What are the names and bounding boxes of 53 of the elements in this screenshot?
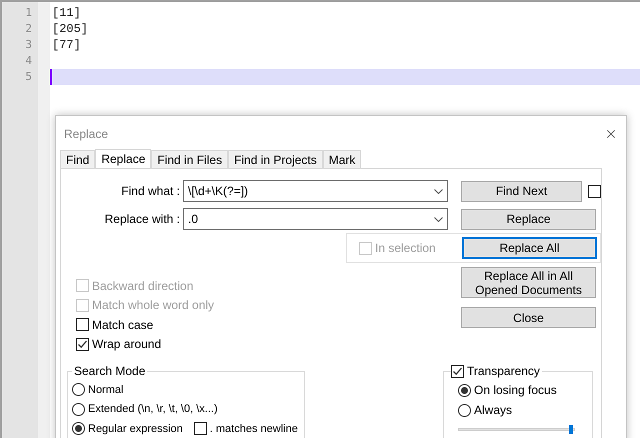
code-text: [205] <box>52 21 88 37</box>
dialog-button[interactable]: Replace <box>461 208 596 230</box>
tab[interactable]: Find in Projects <box>228 150 323 169</box>
checkmark-icon <box>77 338 88 350</box>
radio-label: Extended (\n, \r, \t, \0, \x...) <box>88 402 218 417</box>
radio-button[interactable] <box>72 402 85 416</box>
line-number: 2 <box>25 21 33 37</box>
checkbox[interactable] <box>194 422 207 436</box>
slider-thumb[interactable] <box>568 425 573 434</box>
combo-field[interactable]: \[\d+\K(?=]) <box>183 180 448 202</box>
field-label: Find what : <box>120 183 180 200</box>
checkbox[interactable] <box>588 184 601 198</box>
line-number: 4 <box>25 53 33 69</box>
group-title: Search Mode <box>73 363 146 380</box>
checkbox-label: Match case <box>92 316 154 334</box>
tab[interactable]: Replace <box>95 149 152 169</box>
line-number: 3 <box>25 37 33 53</box>
radio-button[interactable] <box>72 422 85 436</box>
radio-label: Normal <box>88 382 124 398</box>
chevron-down-icon <box>434 216 443 222</box>
tab[interactable]: Find <box>60 150 96 169</box>
radio-button[interactable] <box>458 404 471 416</box>
checkbox[interactable] <box>76 338 89 351</box>
dialog-button[interactable]: Replace All in All Opened Documents <box>461 267 596 298</box>
tab[interactable]: Mark <box>322 150 362 169</box>
checkbox[interactable] <box>451 364 464 378</box>
radio-label: On losing focus <box>474 382 557 399</box>
field-value: \[\d+\K(?=]) <box>188 183 250 200</box>
line-number: 1 <box>25 5 33 21</box>
chevron-down-icon <box>434 188 443 194</box>
checkbox-label: In selection <box>375 240 436 257</box>
code-text: [11] <box>52 5 81 21</box>
radio-button[interactable] <box>458 384 471 396</box>
combo-field[interactable]: .0 <box>183 208 448 230</box>
line-number: 5 <box>25 69 33 85</box>
field-label: Replace with : <box>104 211 180 228</box>
checkbox-label: Backward direction <box>92 278 194 295</box>
tab[interactable]: Find in Files <box>151 150 228 169</box>
checkbox-label: Transparency <box>467 363 540 380</box>
checkmark-icon <box>452 366 463 376</box>
field-value: .0 <box>188 211 200 228</box>
dialog-button[interactable]: Find Next <box>461 180 582 202</box>
radio-button[interactable] <box>72 383 85 396</box>
checkbox[interactable] <box>76 318 89 332</box>
radio-label: Always <box>474 402 512 419</box>
checkbox-label: . matches newline <box>210 422 298 436</box>
dialog-button[interactable]: Replace All <box>462 237 597 259</box>
dialog-title: Replace <box>64 126 108 142</box>
checkbox-label: Match whole word only <box>92 297 214 314</box>
code-text: [77] <box>52 37 81 53</box>
dialog-button[interactable]: Close <box>461 307 596 328</box>
checkbox-label: Wrap around <box>92 336 162 354</box>
radio-label: Regular expression <box>88 422 183 436</box>
